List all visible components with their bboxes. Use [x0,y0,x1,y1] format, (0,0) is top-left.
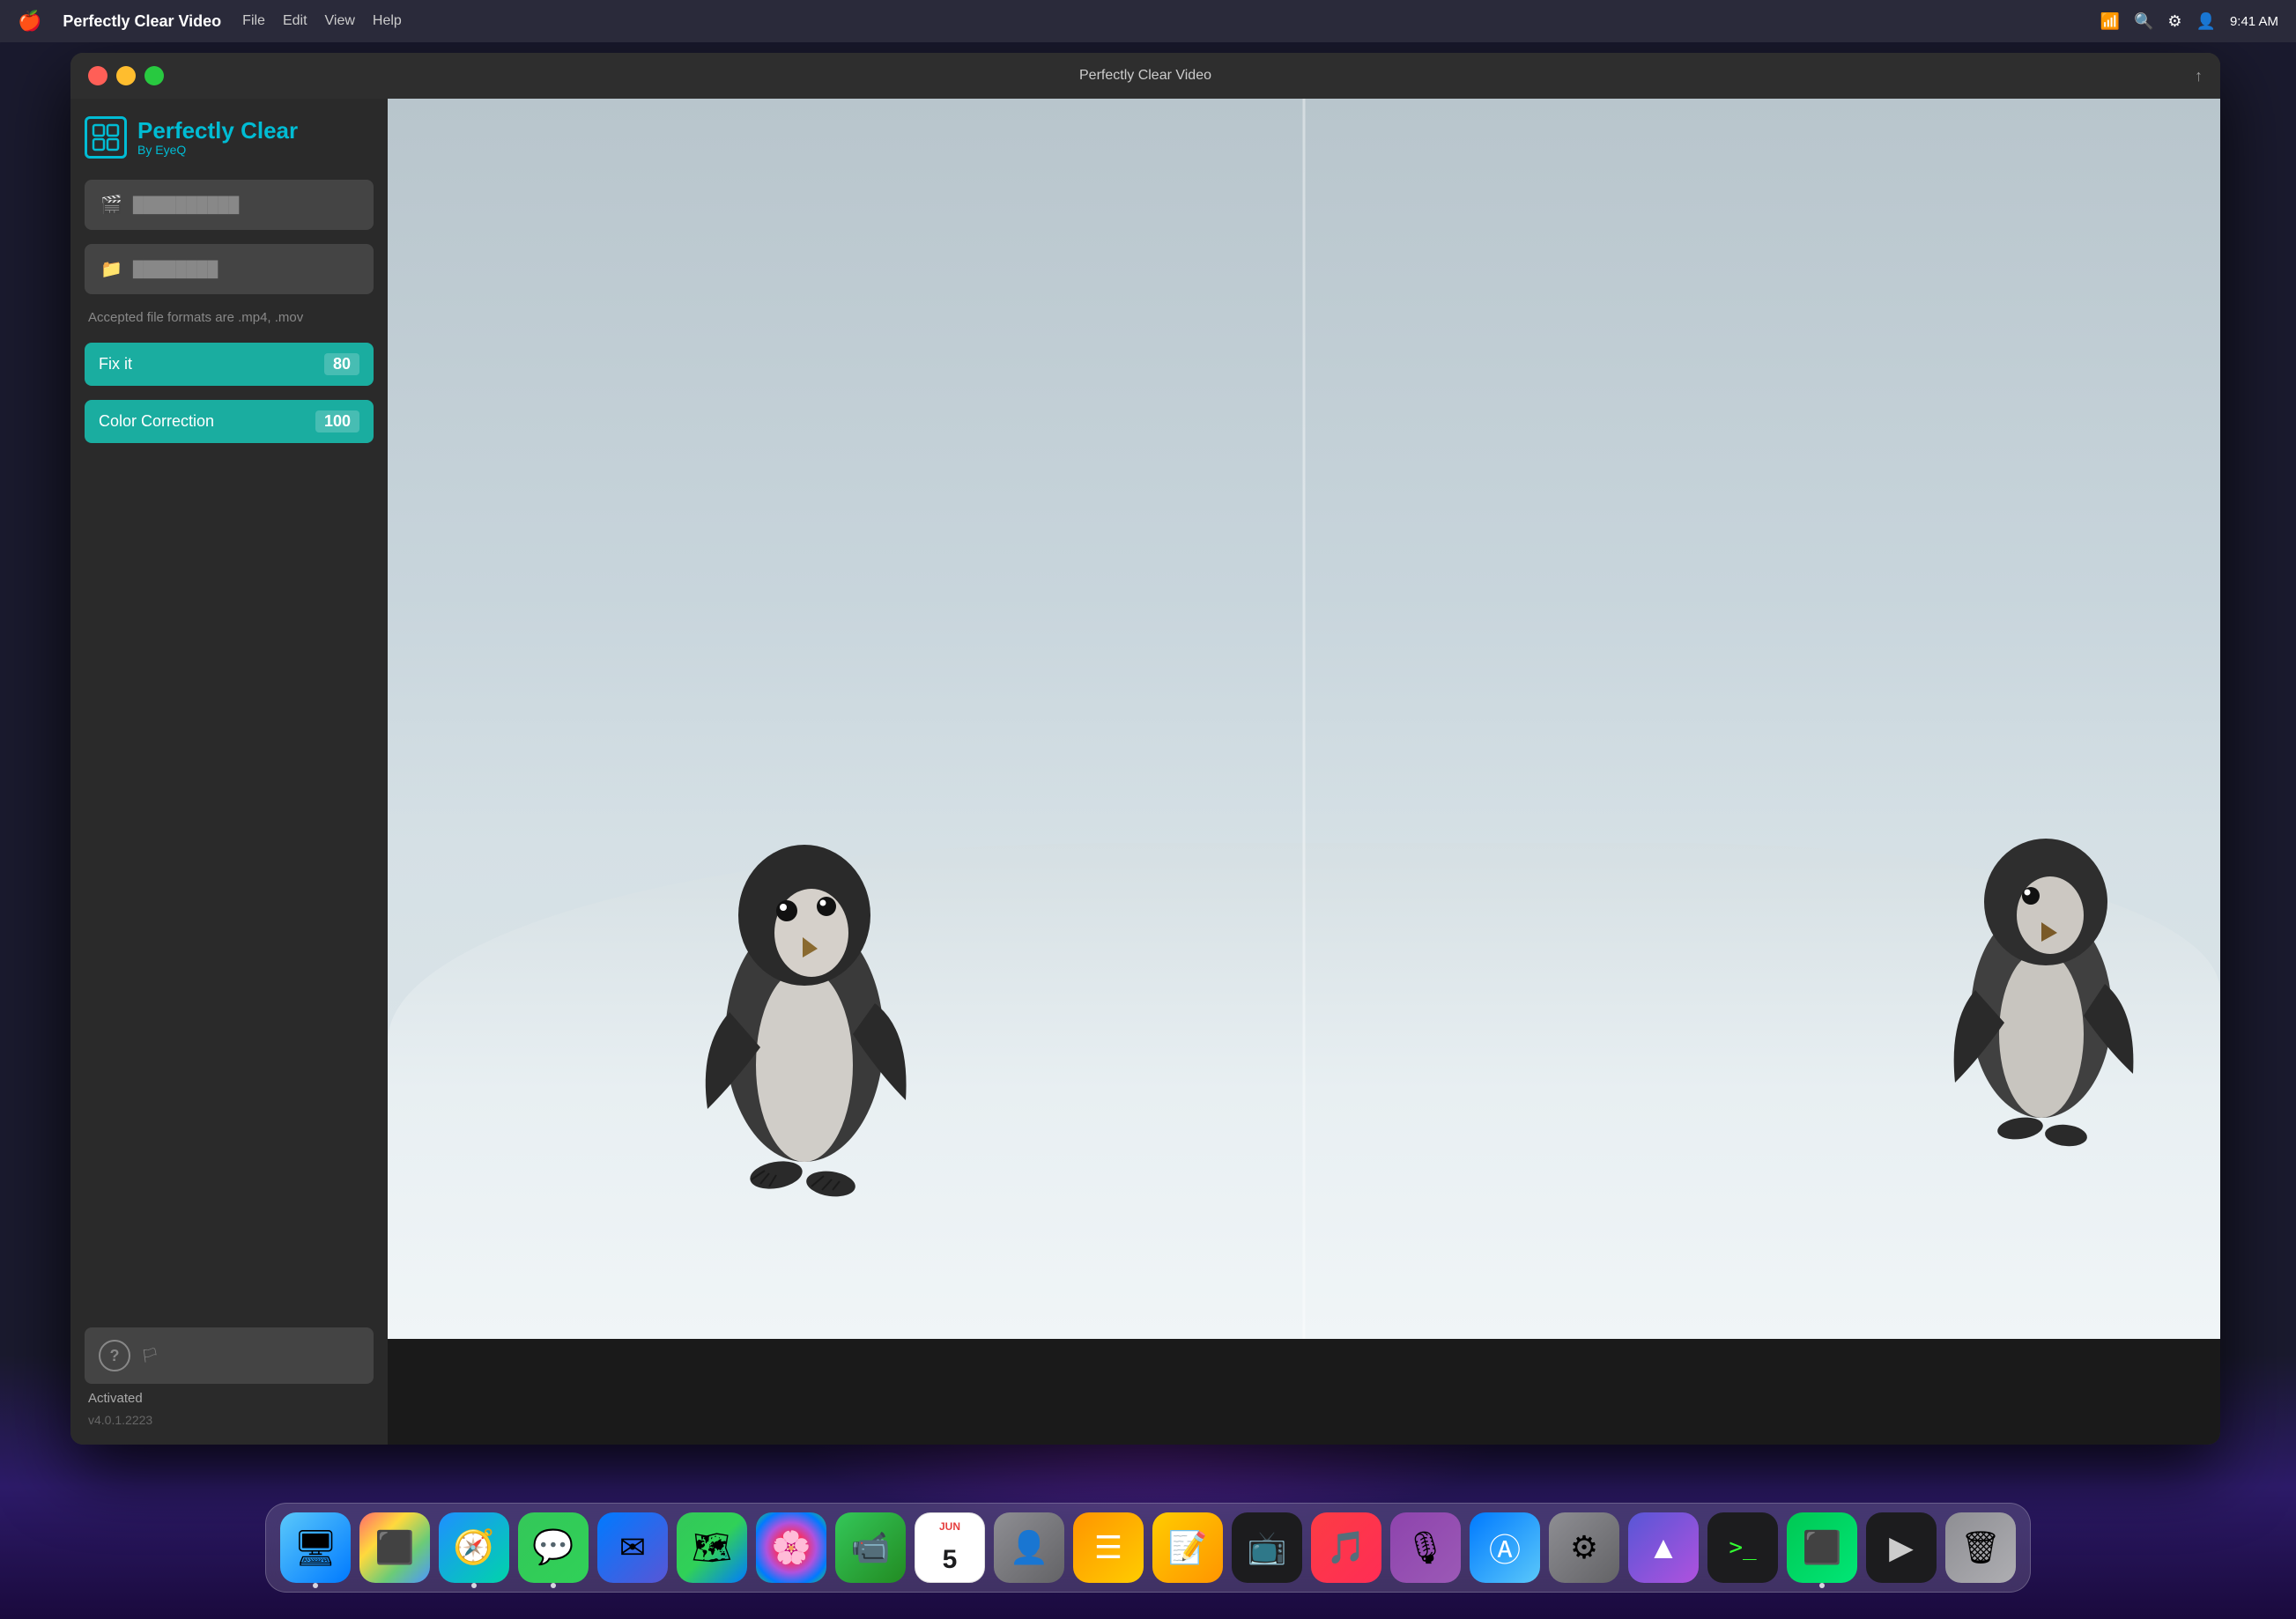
window-body: Perfectly Clear By EyeQ 🎬 ██████████ 📁 █… [70,99,2220,1445]
logo-title: Perfectly Clear [137,118,298,144]
dock-safari[interactable]: 🧭 [439,1512,509,1583]
penguin-left [681,774,928,1215]
main-window: Perfectly Clear Video ↑ Perfectly Cle [70,53,2220,1445]
dock-system-preferences[interactable]: ⚙ [1549,1512,1619,1583]
window-titlebar: Perfectly Clear Video ↑ [70,53,2220,99]
menu-item[interactable]: Edit [283,13,307,29]
dock-facetime[interactable]: 📹 [835,1512,906,1583]
app-menu-name[interactable]: Perfectly Clear Video [63,12,221,31]
menu-items: File Edit View Help [242,13,402,29]
penguin-scene [388,99,2220,1339]
color-correction-value: 100 [315,410,359,432]
dock-launchpad[interactable]: ⬛ [359,1512,430,1583]
window-title: Perfectly Clear Video [1079,68,1211,84]
dock-maps[interactable]: 🗺 [677,1512,747,1583]
help-icon: ? [99,1340,130,1371]
dock-terminal[interactable]: >_ [1707,1512,1778,1583]
calendar-month: JUN [915,1520,984,1533]
output-folder-label: ████████ [133,261,358,278]
messages-active-dot [551,1583,556,1588]
finder-active-dot [313,1583,318,1588]
dock-appletv[interactable]: 📺 [1232,1512,1302,1583]
dock-photos[interactable]: 🌸 [756,1512,826,1583]
logo-subtitle: By EyeQ [137,143,298,157]
status-text: Activated [85,1391,374,1406]
window-controls [88,66,164,85]
dock-finder[interactable]: 🖥 [280,1512,351,1583]
help-row[interactable]: ? 🏳 [85,1327,374,1384]
dock-trash[interactable]: 🗑 [1945,1512,2016,1583]
dock-mail[interactable]: ✉ [597,1512,668,1583]
minimize-button[interactable] [116,66,136,85]
apple-menu-icon[interactable]: 🍎 [18,10,41,33]
dock: 🖥 ⬛ 🧭 💬 ✉ 🗺 🌸 📹 JUN 5 👤 ☰ 📝 📺 [265,1503,2031,1593]
logo-text: Perfectly Clear By EyeQ [137,118,298,158]
dock-screen-capture[interactable]: ⬛ [1787,1512,1857,1583]
user-icon[interactable]: 👤 [2196,12,2216,31]
dock-music[interactable]: 🎵 [1311,1512,1381,1583]
menu-item[interactable]: Help [373,13,402,29]
menu-item[interactable]: File [242,13,265,29]
titlebar-right: ↑ [2195,67,2203,85]
import-video-label: ██████████ [133,196,358,214]
logo-area: Perfectly Clear By EyeQ [85,116,374,166]
close-button[interactable] [88,66,107,85]
upload-icon: ↑ [2195,67,2203,85]
logo-icon [85,116,127,159]
dock-altair[interactable]: ▲ [1628,1512,1699,1583]
wifi-icon: 📶 [2100,12,2120,31]
fix-it-slider[interactable]: Fix it 80 [85,343,374,386]
penguin-right [1936,783,2147,1153]
main-content [388,99,2220,1445]
screencap-active-dot [1819,1583,1825,1588]
camera-icon: 🎬 [100,194,122,216]
menu-item[interactable]: View [325,13,355,29]
dock-reminders[interactable]: ☰ [1073,1512,1144,1583]
file-format-text: Accepted file formats are .mp4, .mov [85,308,374,329]
menubar-right-icons: 📶 🔍 ⚙ 👤 9:41 AM [2100,12,2278,31]
import-video-button[interactable]: 🎬 ██████████ [85,180,374,230]
search-menubar-icon[interactable]: 🔍 [2134,12,2153,31]
sidebar: Perfectly Clear By EyeQ 🎬 ██████████ 📁 █… [70,99,388,1445]
dock-podcasts[interactable]: 🎙 [1390,1512,1461,1583]
fix-it-value: 80 [324,353,359,375]
dock-appstore[interactable]: Ⓐ [1470,1512,1540,1583]
maximize-button[interactable] [144,66,164,85]
dock-messages[interactable]: 💬 [518,1512,589,1583]
safari-active-dot [471,1583,477,1588]
color-correction-slider[interactable]: Color Correction 100 [85,400,374,443]
video-area [388,99,2220,1339]
output-folder-button[interactable]: 📁 ████████ [85,244,374,294]
dock-notes[interactable]: 📝 [1152,1512,1223,1583]
time-display: 9:41 AM [2230,14,2278,29]
dock-webm-player[interactable]: ▶ [1866,1512,1937,1583]
help-extra-icon: 🏳 [141,1347,159,1364]
control-center-icon[interactable]: ⚙ [2167,12,2181,31]
video-divider [1303,99,1306,1339]
sidebar-bottom: ? 🏳 Activated v4.0.1.2223 [85,1327,374,1427]
fix-it-label: Fix it [99,355,132,373]
folder-icon: 📁 [100,258,122,280]
version-text: v4.0.1.2223 [85,1413,374,1427]
dock-calendar[interactable]: JUN 5 [915,1512,985,1583]
bottom-bar [388,1339,2220,1445]
calendar-day: 5 [915,1545,984,1575]
dock-contacts[interactable]: 👤 [994,1512,1064,1583]
menubar: 🍎 Perfectly Clear Video File Edit View H… [0,0,2296,42]
color-correction-label: Color Correction [99,412,214,431]
